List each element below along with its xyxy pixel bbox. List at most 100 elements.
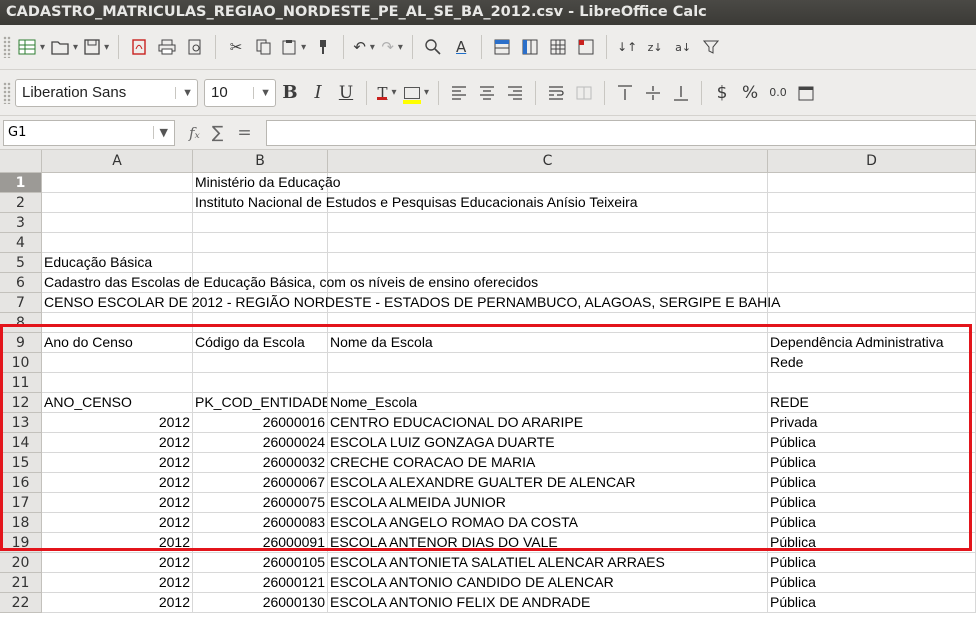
cell-b[interactable]: 26000083 (193, 513, 328, 533)
cell-a[interactable] (42, 173, 193, 193)
toolbar-grip[interactable] (3, 81, 11, 104)
column-header-c[interactable]: C (328, 150, 768, 173)
filter-icon[interactable] (700, 33, 722, 61)
cell-b[interactable]: 26000075 (193, 493, 328, 513)
print-icon[interactable] (156, 33, 178, 61)
freeze-icon[interactable] (575, 33, 597, 61)
row-header[interactable]: 4 (0, 233, 42, 253)
row-header[interactable]: 9 (0, 333, 42, 353)
row-header[interactable]: 12 (0, 393, 42, 413)
print-preview-icon[interactable] (184, 33, 206, 61)
cell-d[interactable]: Dependência Administrativa (768, 333, 976, 353)
row-header[interactable]: 20 (0, 553, 42, 573)
cell-c[interactable]: ESCOLA LUIZ GONZAGA DUARTE (328, 433, 768, 453)
cell-d[interactable] (768, 293, 976, 313)
cell-a[interactable]: 2012 (42, 533, 193, 553)
chevron-down-icon[interactable]: ▼ (253, 86, 271, 99)
cell-d[interactable]: Pública (768, 453, 976, 473)
cell-d[interactable]: Pública (768, 493, 976, 513)
cell-b[interactable] (193, 313, 328, 333)
font-size-combo[interactable]: 10 ▼ (204, 78, 276, 107)
sort-descending-icon[interactable]: z↓ (644, 33, 666, 61)
cell-b[interactable]: 26000032 (193, 453, 328, 473)
cell-c[interactable]: CRECHE CORACAO DE MARIA (328, 453, 768, 473)
cell-d[interactable] (768, 213, 976, 233)
cell-a[interactable]: 2012 (42, 493, 193, 513)
highlighting-color-icon[interactable] (403, 79, 429, 107)
decimal-format-button[interactable]: 0.0 (767, 79, 789, 107)
row-header[interactable]: 7 (0, 293, 42, 313)
row-header[interactable]: 6 (0, 273, 42, 293)
row-header[interactable]: 15 (0, 453, 42, 473)
row-header[interactable]: 17 (0, 493, 42, 513)
cell-c[interactable] (328, 253, 768, 273)
name-box[interactable]: G1 ▼ (3, 119, 175, 146)
merge-cells-icon[interactable] (573, 79, 595, 107)
chevron-down-icon[interactable]: ▼ (175, 86, 193, 99)
cell-c[interactable]: CENTRO EDUCACIONAL DO ARARIPE (328, 413, 768, 433)
cell-c[interactable] (328, 373, 768, 393)
autofilter-icon[interactable]: a↓ (672, 33, 694, 61)
cell-c[interactable] (328, 313, 768, 333)
italic-button[interactable]: I (307, 79, 329, 107)
row-icon[interactable] (491, 33, 513, 61)
cell-c[interactable]: ESCOLA ALMEIDA JUNIOR (328, 493, 768, 513)
open-folder-icon[interactable] (51, 33, 78, 61)
cell-d[interactable]: Pública (768, 573, 976, 593)
undo-icon[interactable]: ↶ (353, 33, 375, 61)
cell-a[interactable] (42, 213, 193, 233)
cell-d[interactable]: Pública (768, 593, 976, 613)
cell-a[interactable]: 2012 (42, 513, 193, 533)
cell-d[interactable]: Pública (768, 553, 976, 573)
cell-d[interactable]: REDE (768, 393, 976, 413)
column-header-b[interactable]: B (193, 150, 328, 173)
cell-b[interactable]: 26000016 (193, 413, 328, 433)
toolbar-grip[interactable] (3, 36, 11, 58)
cell-d[interactable]: Rede (768, 353, 976, 373)
align-center-icon[interactable] (476, 79, 498, 107)
cell-b[interactable] (193, 253, 328, 273)
cell-b[interactable]: 26000067 (193, 473, 328, 493)
underline-button[interactable]: U (335, 79, 357, 107)
column-header-a[interactable]: A (42, 150, 193, 173)
cell-a[interactable] (42, 313, 193, 333)
row-header[interactable]: 1 (0, 173, 42, 193)
cell-a[interactable]: ANO_CENSO (42, 393, 193, 413)
cell-b[interactable] (193, 233, 328, 253)
cell-d[interactable] (768, 193, 976, 213)
cell-c[interactable] (328, 173, 768, 193)
cell-c[interactable]: ESCOLA ALEXANDRE GUALTER DE ALENCAR (328, 473, 768, 493)
cell-d[interactable] (768, 233, 976, 253)
cell-c[interactable]: ESCOLA ANTONIO FELIX DE ANDRADE (328, 593, 768, 613)
cell-c[interactable] (328, 233, 768, 253)
clone-formatting-icon[interactable] (312, 33, 334, 61)
percent-format-button[interactable]: % (739, 79, 761, 107)
row-header[interactable]: 16 (0, 473, 42, 493)
cell-a[interactable]: 2012 (42, 553, 193, 573)
row-header[interactable]: 19 (0, 533, 42, 553)
cell-b[interactable]: Código da Escola (193, 333, 328, 353)
find-replace-icon[interactable] (422, 33, 444, 61)
cell-a[interactable]: 2012 (42, 593, 193, 613)
align-middle-icon[interactable] (642, 79, 664, 107)
cell-b[interactable] (193, 213, 328, 233)
row-header[interactable]: 14 (0, 433, 42, 453)
cell-a[interactable] (42, 373, 193, 393)
formula-icon[interactable]: = (237, 123, 251, 143)
row-header[interactable]: 10 (0, 353, 42, 373)
cell-a[interactable] (42, 193, 193, 213)
column-header-d[interactable]: D (768, 150, 976, 173)
row-header[interactable]: 11 (0, 373, 42, 393)
cell-d[interactable] (768, 313, 976, 333)
cell-b[interactable]: 26000024 (193, 433, 328, 453)
cell-d[interactable]: Privada (768, 413, 976, 433)
row-header[interactable]: 5 (0, 253, 42, 273)
cell-c[interactable]: ESCOLA ANTENOR DIAS DO VALE (328, 533, 768, 553)
cell-a[interactable]: 2012 (42, 413, 193, 433)
cell-c[interactable]: Nome da Escola (328, 333, 768, 353)
paste-icon[interactable] (281, 33, 306, 61)
cell-b[interactable]: 26000091 (193, 533, 328, 553)
cell-b[interactable]: 26000121 (193, 573, 328, 593)
align-left-icon[interactable] (448, 79, 470, 107)
new-spreadsheet-icon[interactable] (18, 33, 45, 61)
